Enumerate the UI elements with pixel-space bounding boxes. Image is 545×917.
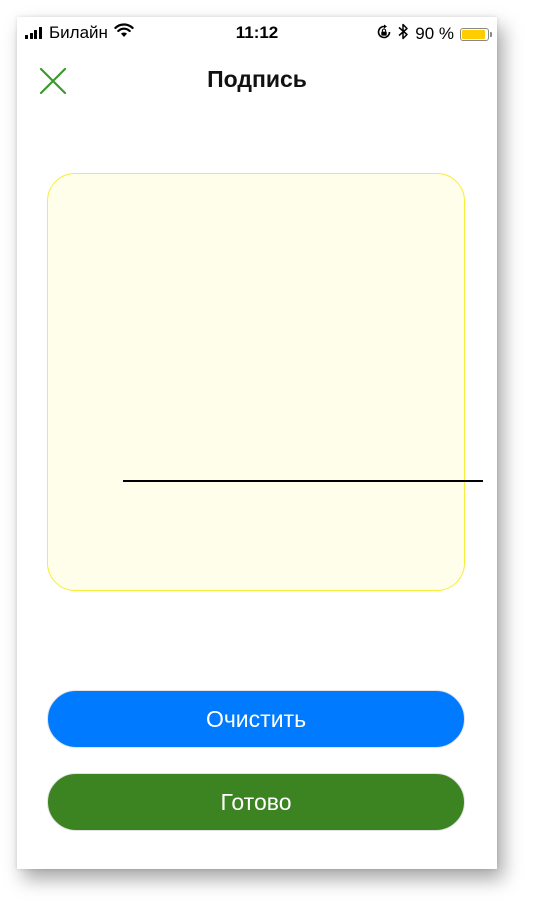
rotation-lock-icon [376, 24, 392, 45]
done-button[interactable]: Готово [47, 773, 465, 831]
battery-icon [460, 27, 492, 41]
signature-pad[interactable] [47, 173, 465, 591]
clear-button[interactable]: Очистить [47, 690, 465, 748]
status-bar-right: 90 % [370, 23, 492, 45]
bluetooth-icon [398, 23, 409, 45]
page-title: Подпись [207, 66, 307, 92]
battery-percent: 90 % [415, 24, 454, 43]
battery-fill [462, 29, 485, 39]
signature-line [123, 480, 483, 482]
navigation-bar: Подпись [17, 53, 497, 105]
phone-screen: Билайн 11:12 90 % Подпись Очистить Готов… [17, 17, 497, 869]
status-bar: Билайн 11:12 90 % [17, 17, 497, 47]
